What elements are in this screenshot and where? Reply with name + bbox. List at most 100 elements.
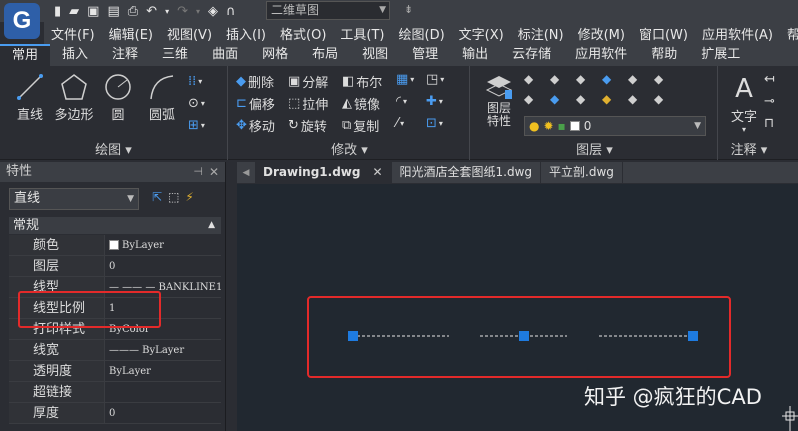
tab-help[interactable]: 帮助: [639, 44, 689, 66]
pin-icon[interactable]: ⊣: [193, 162, 203, 182]
property-row-layer[interactable]: 图层 0: [9, 256, 221, 277]
tab-extensions[interactable]: 扩展工: [689, 44, 752, 66]
object-type-select[interactable]: 直线 ▼: [9, 188, 139, 210]
undo-icon[interactable]: ↶: [146, 4, 157, 19]
annotation-panel-title[interactable]: 注释 ▾: [700, 139, 798, 158]
layer-tool-icon[interactable]: ◆: [628, 72, 654, 86]
layer-tool-icon[interactable]: ◆: [524, 72, 550, 86]
print-icon[interactable]: ⎙: [128, 4, 138, 19]
leader-tool[interactable]: ⊸: [764, 94, 775, 109]
layer-panel-title[interactable]: 图层 ▾: [472, 139, 717, 158]
undo-dropdown-icon[interactable]: ▾: [165, 7, 169, 16]
menu-insert[interactable]: 插入(I): [219, 24, 273, 43]
toggle-pickadd-icon[interactable]: ⇱: [152, 190, 162, 204]
property-value[interactable]: [105, 382, 221, 402]
layer-tool-icon[interactable]: ◆: [628, 92, 654, 106]
property-row-color[interactable]: 颜色 ByLayer: [9, 235, 221, 256]
tab-surface[interactable]: 曲面: [200, 44, 250, 66]
grip-mid[interactable]: [519, 331, 529, 341]
property-value[interactable]: ByLayer: [105, 361, 221, 381]
tab-cloud[interactable]: 云存储: [500, 44, 563, 66]
menu-view[interactable]: 视图(V): [160, 24, 219, 43]
stretch-tool[interactable]: ⬚ 拉伸: [288, 94, 328, 113]
redo-icon[interactable]: ↷: [177, 4, 188, 19]
tab-mesh[interactable]: 网格: [250, 44, 300, 66]
quick-select-icon[interactable]: ⚡: [185, 190, 193, 204]
redo-dropdown-icon[interactable]: ▾: [196, 7, 200, 16]
new-file-icon[interactable]: ▮: [54, 4, 61, 19]
erase-tool[interactable]: ◆ 删除: [236, 72, 274, 91]
property-row-transparency[interactable]: 透明度 ByLayer: [9, 361, 221, 382]
tab-insert[interactable]: 插入: [50, 44, 100, 66]
scale-tool[interactable]: ◳ ▾: [426, 72, 444, 87]
tab-annotate[interactable]: 注释: [100, 44, 150, 66]
save-icon[interactable]: ▣: [87, 4, 99, 19]
menu-window[interactable]: 窗口(W): [632, 24, 695, 43]
property-row-hyperlink[interactable]: 超链接: [9, 382, 221, 403]
app-logo[interactable]: G: [4, 3, 40, 39]
fillet-tool[interactable]: ◜ ▾: [396, 94, 407, 109]
grip-end[interactable]: [688, 331, 698, 341]
headset-icon[interactable]: ∩: [226, 4, 236, 19]
doc-tab-hotel[interactable]: 阳光酒店全套图纸1.dwg: [392, 162, 542, 183]
trim-tool[interactable]: ✚ ▾: [426, 94, 443, 109]
grip-start[interactable]: [348, 331, 358, 341]
tab-home[interactable]: 常用: [0, 44, 51, 66]
offset-tool[interactable]: ⊏ 偏移: [236, 94, 275, 113]
copy-tool[interactable]: ⧉ 复制: [342, 116, 379, 135]
dimension-tool[interactable]: ↤: [764, 72, 775, 87]
menu-apps[interactable]: 应用软件(A): [695, 24, 780, 43]
circle-tool[interactable]: 圆: [100, 72, 136, 123]
text-tool[interactable]: A 文字 ▾: [726, 74, 762, 134]
tab-apps[interactable]: 应用软件: [563, 44, 639, 66]
layer-tool-icon[interactable]: ◆: [654, 92, 680, 106]
explode-tool[interactable]: ▣ 分解: [288, 72, 328, 91]
modify-panel-title[interactable]: 修改 ▾: [230, 139, 469, 158]
property-value[interactable]: 0: [105, 256, 221, 276]
points-tool[interactable]: ⁞⁞ ▾: [188, 74, 202, 89]
layer-tool-icon[interactable]: ◆: [550, 72, 576, 86]
layer-tool-icon[interactable]: ◆: [550, 92, 576, 106]
property-value[interactable]: 0: [105, 403, 221, 423]
property-row-thickness[interactable]: 厚度 0: [9, 403, 221, 424]
doc-tab-elevation[interactable]: 平立剖.dwg: [541, 162, 623, 183]
hatch-tool[interactable]: ⊞ ▾: [188, 118, 205, 133]
draw-panel-title[interactable]: 绘图 ▾: [0, 139, 227, 158]
menu-draw[interactable]: 绘图(D): [392, 24, 452, 43]
property-value[interactable]: ——— ByLayer: [105, 340, 221, 360]
general-group-header[interactable]: 常规 ▲: [9, 217, 221, 234]
menu-text[interactable]: 文字(X): [452, 24, 511, 43]
select-objects-icon[interactable]: ⬚: [168, 190, 179, 204]
rotate-tool[interactable]: ↻ 旋转: [288, 116, 327, 135]
tab-manage[interactable]: 管理: [400, 44, 450, 66]
tab-3d[interactable]: 三维: [150, 44, 200, 66]
save-as-icon[interactable]: ▤: [107, 4, 119, 19]
array-tool[interactable]: ▦ ▾: [396, 72, 414, 87]
layer-dropdown[interactable]: ● ✹ ▪ 0 ▼: [524, 116, 706, 136]
line-tool[interactable]: 直线: [8, 72, 52, 123]
close-icon[interactable]: ✕: [209, 162, 219, 182]
customize-toolbar-icon[interactable]: ⇟: [404, 3, 413, 16]
menu-modify[interactable]: 修改(M): [571, 24, 632, 43]
menu-edit[interactable]: 编辑(E): [102, 24, 160, 43]
close-tab-icon[interactable]: ✕: [372, 165, 382, 179]
tab-view[interactable]: 视图: [350, 44, 400, 66]
layer-properties-tool[interactable]: 图层 特性: [478, 74, 520, 128]
layer-tool-icon[interactable]: ◆: [576, 72, 602, 86]
menu-tools[interactable]: 工具(T): [333, 24, 391, 43]
extend-tool[interactable]: ⁄ ▾: [396, 116, 404, 131]
table-tool[interactable]: ⊓: [764, 116, 774, 131]
menu-help[interactable]: 帮助(H): [780, 24, 798, 43]
layer-tool-icon[interactable]: ◆: [654, 72, 680, 86]
polygon-tool[interactable]: 多边形: [52, 72, 96, 123]
open-folder-icon[interactable]: ▰: [69, 4, 79, 19]
boolean-tool[interactable]: ◧ 布尔: [342, 72, 382, 91]
donut-tool[interactable]: ⊙ ▾: [188, 96, 205, 111]
workspace-select[interactable]: 二维草图 ▼: [266, 1, 390, 20]
layer-tool-icon[interactable]: ◆: [576, 92, 602, 106]
break-tool[interactable]: ⊡ ▾: [426, 116, 443, 131]
tab-output[interactable]: 输出: [450, 44, 500, 66]
doc-tab-drawing1[interactable]: Drawing1.dwg ✕: [255, 162, 392, 183]
mirror-tool[interactable]: ◭ 镜像: [342, 94, 380, 113]
tabs-scroll-left-icon[interactable]: ◀: [237, 162, 255, 183]
